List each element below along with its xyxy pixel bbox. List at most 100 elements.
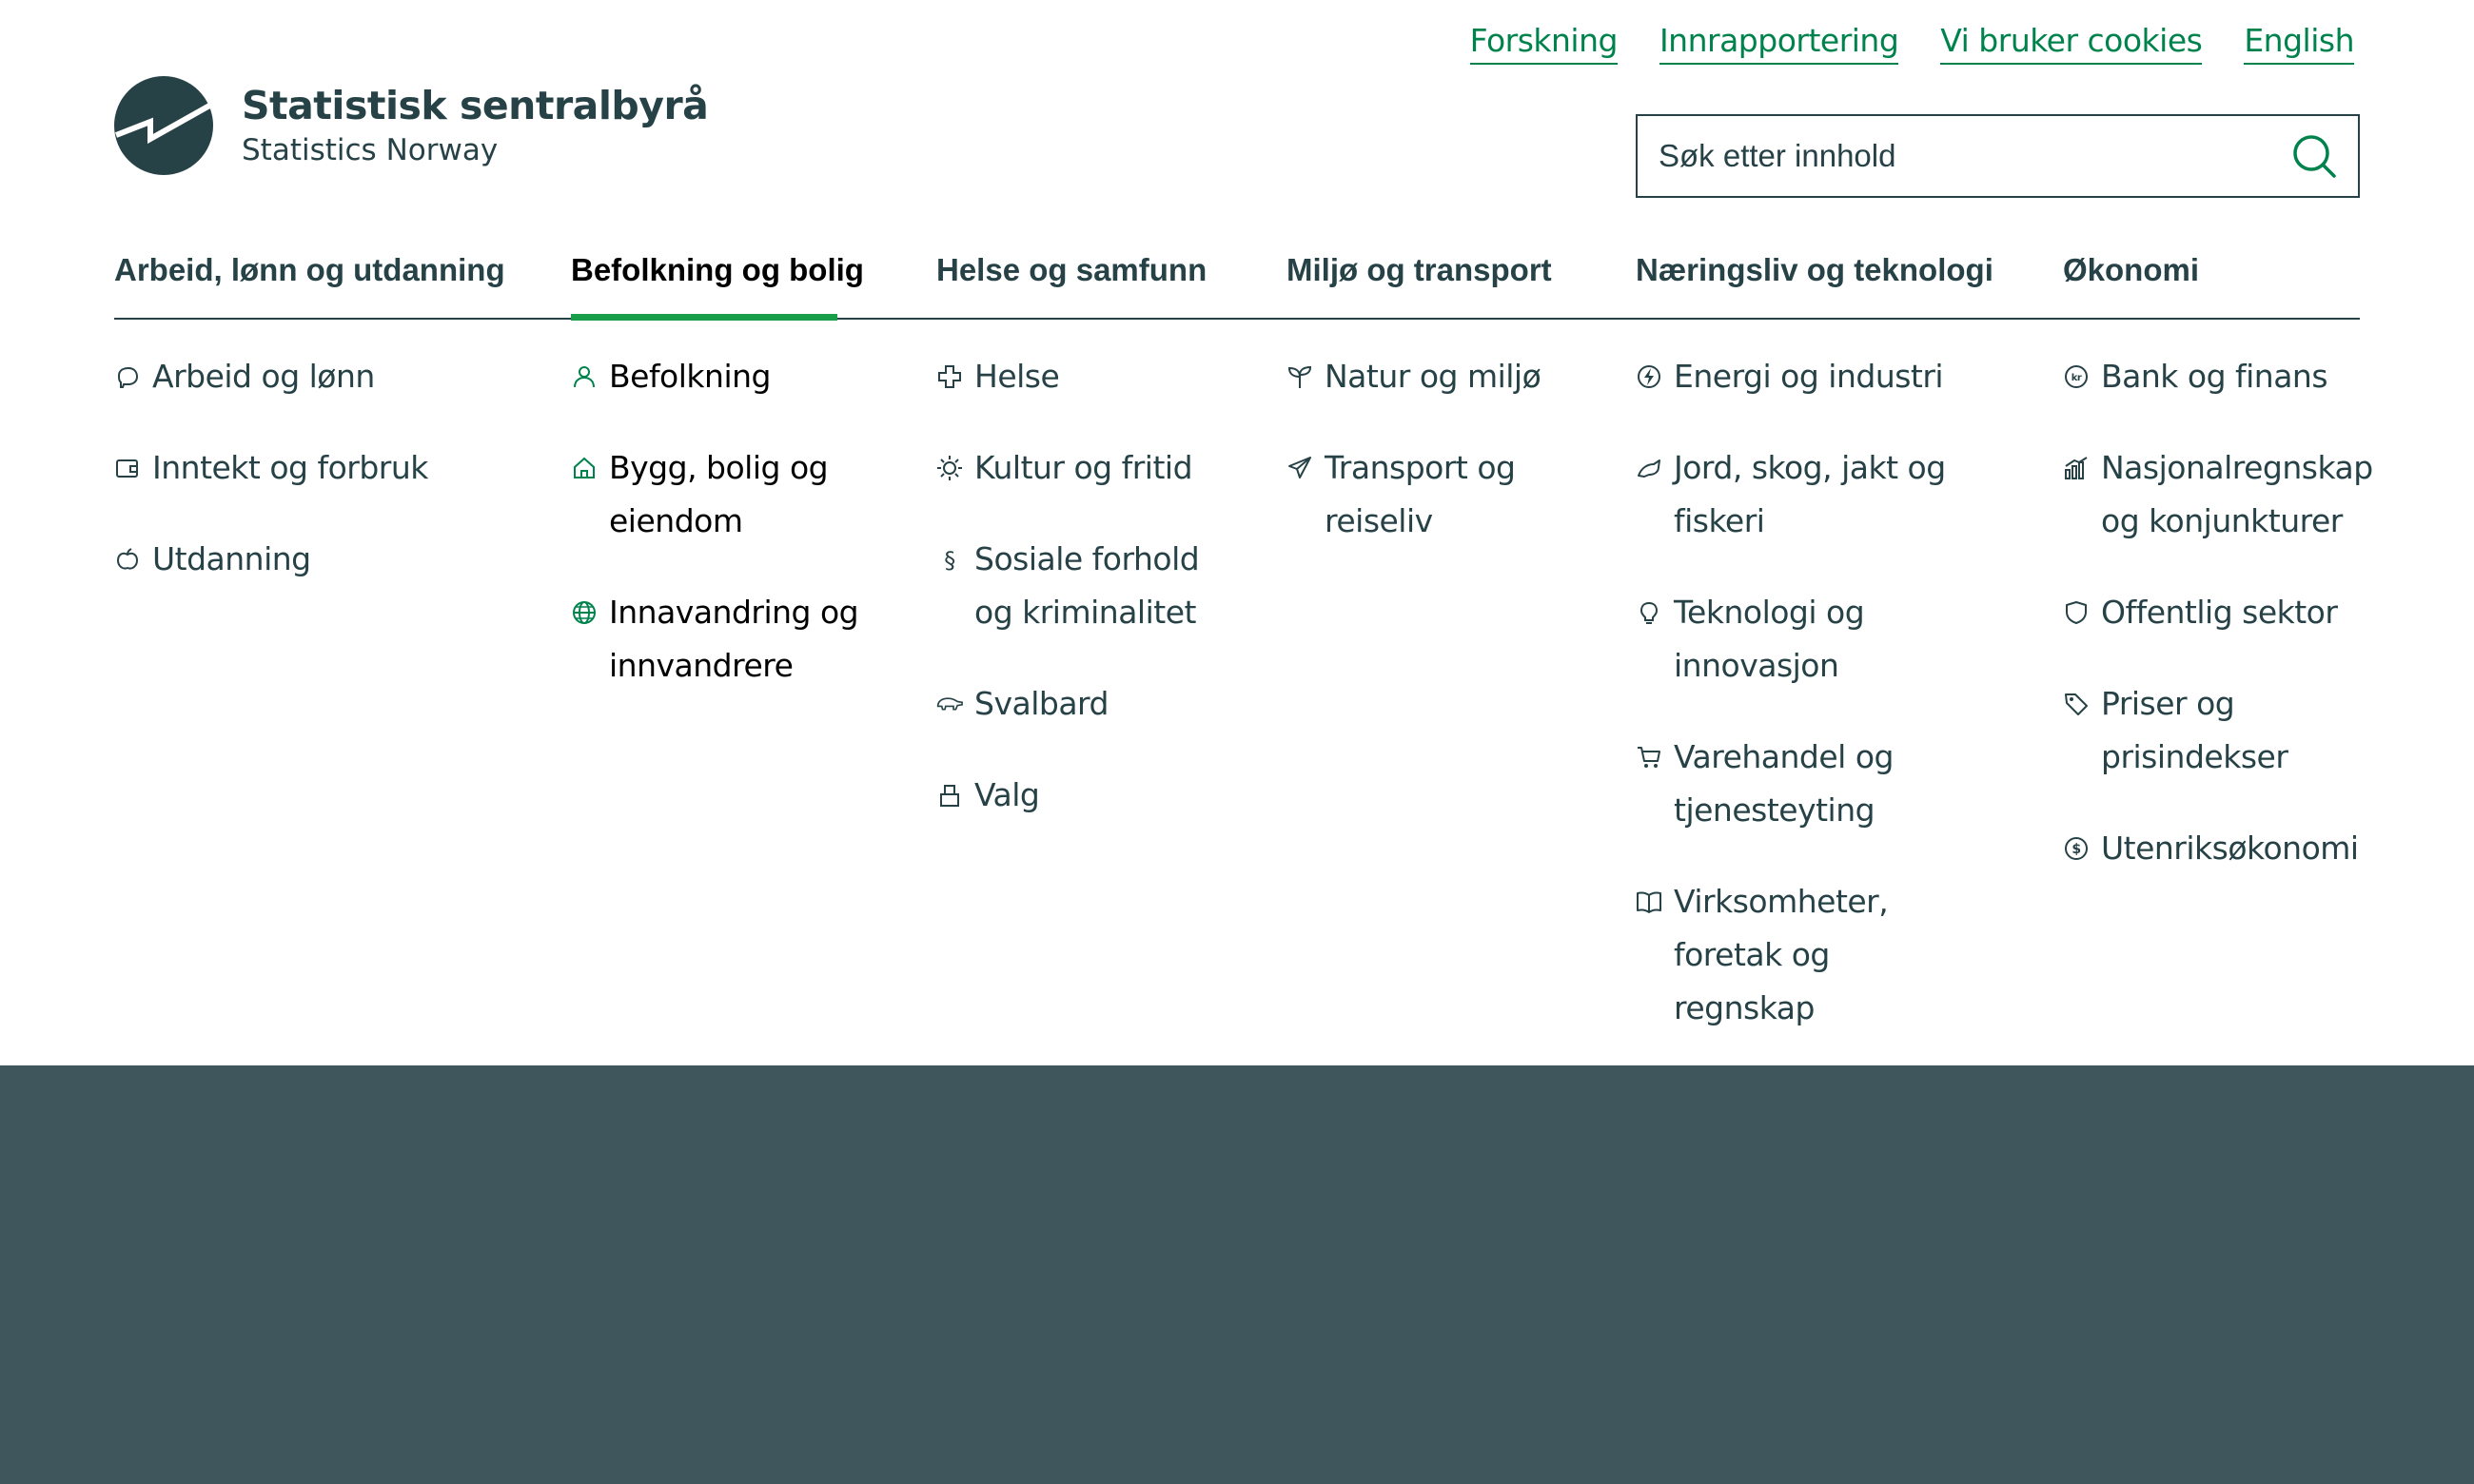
active-tab-indicator xyxy=(571,314,837,321)
menu-column-naeringsliv: Energi og industri Jord, skog, jakt og f… xyxy=(1636,350,1978,1073)
sun-icon xyxy=(937,456,962,480)
book-icon xyxy=(1637,891,1661,913)
svg-text:kr: kr xyxy=(2071,373,2082,383)
utility-links: Forskning Innrapportering Vi bruker cook… xyxy=(1469,21,2354,65)
menu-item-label: Bygg, bolig og eiendom xyxy=(609,449,829,539)
logo-subtitle: Statistics Norway xyxy=(242,133,499,167)
menu-item-label: Nasjonalregnskap og konjunkturer xyxy=(2101,449,2373,539)
energy-icon xyxy=(1638,365,1660,388)
menu-item-svalbard[interactable]: Svalbard xyxy=(936,677,1222,731)
tab-helse[interactable]: Helse og samfunn xyxy=(936,251,1207,289)
menu-item-label: Inntekt og forbruk xyxy=(152,449,428,486)
menu-item-innvandring[interactable]: Innavandring og innvandrere xyxy=(571,586,885,693)
menu-item-valg[interactable]: Valg xyxy=(936,769,1222,822)
menu-item-energi-industri[interactable]: Energi og industri xyxy=(1636,350,1978,403)
link-innrapportering[interactable]: Innrapportering xyxy=(1659,21,1899,65)
link-cookies[interactable]: Vi bruker cookies xyxy=(1940,21,2203,65)
menu-item-label: Svalbard xyxy=(974,685,1109,722)
svg-text:$: $ xyxy=(2071,842,2080,857)
svg-text:§: § xyxy=(944,547,955,573)
menu-item-label: Utdanning xyxy=(152,540,311,577)
menu-item-natur-miljo[interactable]: Natur og miljø xyxy=(1286,350,1543,403)
search-icon[interactable] xyxy=(2291,133,2337,179)
menu-column-miljo: Natur og miljø Transport og reiseliv xyxy=(1286,350,1543,586)
menu-item-label: Sosiale forhold og kriminalitet xyxy=(974,540,1200,631)
menu-column-helse: Helse Kultur og fritid § Sosiale forhold… xyxy=(936,350,1222,860)
menu-column-okonomi: kr Bank og finans Nasjonalregnskap og ko… xyxy=(2063,350,2386,913)
tab-naeringsliv[interactable]: Næringsliv og teknologi xyxy=(1636,251,1993,289)
menu-item-label: Innavandring og innvandrere xyxy=(609,594,859,684)
menu-item-label: Natur og miljø xyxy=(1325,358,1541,395)
ballot-box-icon xyxy=(940,785,959,807)
menu-item-helse[interactable]: Helse xyxy=(936,350,1222,403)
menu-item-sosiale-forhold[interactable]: § Sosiale forhold og kriminalitet xyxy=(936,533,1222,639)
menu-item-label: Varehandel og tjenesteyting xyxy=(1674,738,1894,829)
search-box xyxy=(1636,114,2360,198)
menu-item-kultur-fritid[interactable]: Kultur og fritid xyxy=(936,441,1222,495)
tab-okonomi[interactable]: Økonomi xyxy=(2063,251,2199,289)
price-tag-icon xyxy=(2065,693,2088,715)
globe-icon xyxy=(573,601,596,624)
menu-item-priser[interactable]: Priser og prisindekser xyxy=(2063,677,2386,784)
sprout-icon xyxy=(1287,365,1312,388)
dollar-coin-icon: $ xyxy=(2065,837,2088,860)
lightbulb-icon xyxy=(1640,601,1659,624)
tab-befolkning[interactable]: Befolkning og bolig xyxy=(571,251,864,289)
menu-item-label: Helse xyxy=(974,358,1060,395)
menu-item-inntekt-og-forbruk[interactable]: Inntekt og forbruk xyxy=(114,441,533,495)
main-navigation: Arbeid, lønn og utdanning Befolkning og … xyxy=(114,238,2360,321)
shield-icon xyxy=(2066,601,2087,624)
menu-item-label: Bank og finans xyxy=(2101,358,2328,395)
menu-item-label: Jord, skog, jakt og fiskeri xyxy=(1674,449,1946,539)
menu-item-jord-skog[interactable]: Jord, skog, jakt og fiskeri xyxy=(1636,441,1978,548)
menu-item-utdanning[interactable]: Utdanning xyxy=(114,533,533,586)
search-input[interactable] xyxy=(1659,138,2291,174)
menu-item-bank-finans[interactable]: kr Bank og finans xyxy=(2063,350,2386,403)
person-icon xyxy=(574,366,595,388)
menu-item-nasjonalregnskap[interactable]: Nasjonalregnskap og konjunkturer xyxy=(2063,441,2386,548)
menu-item-arbeid-og-lonn[interactable]: Arbeid og lønn xyxy=(114,350,533,403)
menu-item-label: Transport og reiseliv xyxy=(1325,449,1516,539)
menu-item-teknologi-innovasjon[interactable]: Teknologi og innovasjon xyxy=(1636,586,1978,693)
cart-icon xyxy=(1638,747,1660,768)
menu-item-label: Energi og industri xyxy=(1674,358,1944,395)
menu-item-label: Offentlig sektor xyxy=(2101,594,2338,631)
link-english[interactable]: English xyxy=(2244,21,2354,65)
wallet-icon xyxy=(116,459,138,478)
bar-chart-icon xyxy=(2065,457,2088,479)
airplane-icon xyxy=(1288,457,1311,478)
page-content-background xyxy=(0,1065,2474,1484)
link-forskning[interactable]: Forskning xyxy=(1469,21,1618,65)
kr-coin-icon: kr xyxy=(2065,365,2088,388)
piggy-bank-icon xyxy=(117,366,139,388)
menu-item-label: Valg xyxy=(974,776,1040,813)
menu-item-bygg-bolig[interactable]: Bygg, bolig og eiendom xyxy=(571,441,885,548)
paragraph-icon: § xyxy=(944,547,955,573)
menu-item-label: Virksomheter, foretak og regnskap xyxy=(1674,883,1889,1026)
menu-item-label: Priser og prisindekser xyxy=(2101,685,2288,775)
ssb-logo-icon xyxy=(114,76,213,175)
apple-icon xyxy=(116,548,139,570)
logo-text: Statistisk sentralbyrå Statistics Norway xyxy=(242,81,709,170)
menu-item-offentlig-sektor[interactable]: Offentlig sektor xyxy=(2063,586,2386,639)
menu-item-virksomheter[interactable]: Virksomheter, foretak og regnskap xyxy=(1636,875,1978,1035)
menu-item-label: Befolkning xyxy=(609,358,771,395)
menu-item-label: Kultur og fritid xyxy=(974,449,1193,486)
menu-item-varehandel[interactable]: Varehandel og tjenesteyting xyxy=(1636,731,1978,837)
menu-column-befolkning: Befolkning Bygg, bolig og eiendom Innava… xyxy=(571,350,885,731)
house-icon xyxy=(574,457,595,478)
menu-column-arbeid: Arbeid og lønn Inntekt og forbruk Utdann… xyxy=(114,350,533,624)
menu-item-utenriksokonomi[interactable]: $ Utenriksøkonomi xyxy=(2063,822,2386,875)
fish-icon xyxy=(1638,459,1660,478)
polar-bear-icon xyxy=(936,697,963,711)
ssb-logo[interactable]: Statistisk sentralbyrå Statistics Norway xyxy=(114,76,709,175)
menu-item-label: Arbeid og lønn xyxy=(152,358,375,395)
tab-miljo[interactable]: Miljø og transport xyxy=(1286,251,1552,289)
tab-arbeid[interactable]: Arbeid, lønn og utdanning xyxy=(114,251,505,289)
menu-item-befolkning[interactable]: Befolkning xyxy=(571,350,885,403)
cross-icon xyxy=(938,365,961,388)
logo-title: Statistisk sentralbyrå xyxy=(242,83,709,128)
menu-item-label: Utenriksøkonomi xyxy=(2101,830,2359,867)
menu-item-label: Teknologi og innovasjon xyxy=(1674,594,1865,684)
menu-item-transport-reiseliv[interactable]: Transport og reiseliv xyxy=(1286,441,1543,548)
